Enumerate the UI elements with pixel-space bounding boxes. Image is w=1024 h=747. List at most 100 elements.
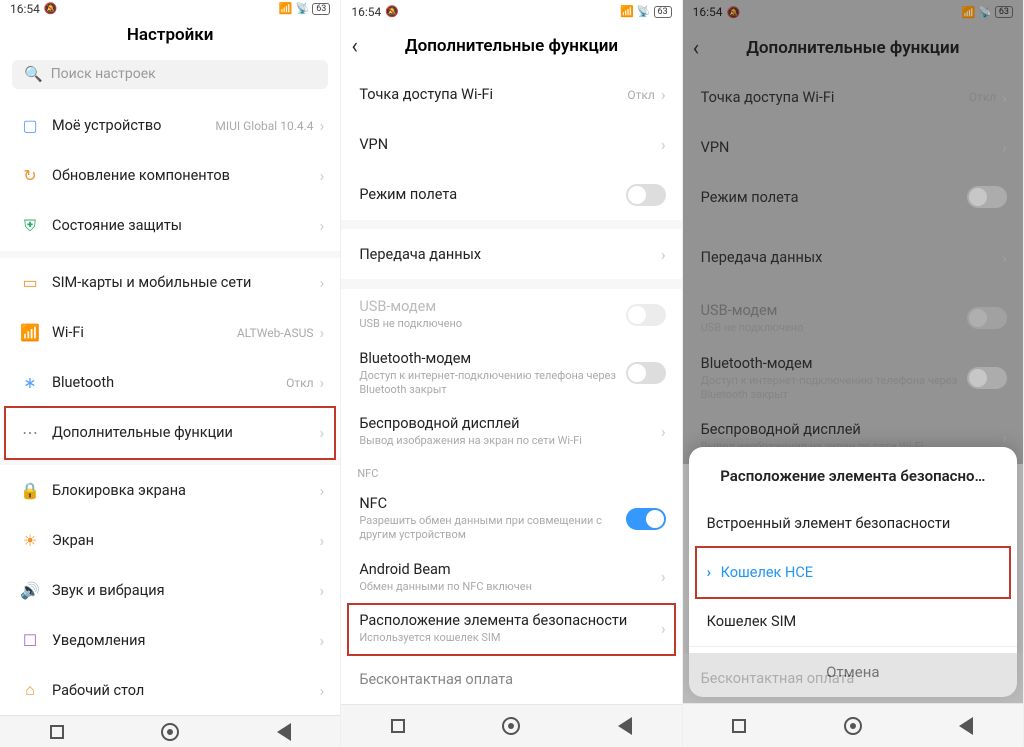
back-button[interactable]: ‹ bbox=[693, 36, 700, 61]
signal-icon: 📶 bbox=[620, 5, 634, 18]
row-sim[interactable]: ▭ SIM-карты и мобильные сети › bbox=[0, 258, 340, 308]
row-wireless-display[interactable]: Беспроводной дисплейВывод изображения на… bbox=[341, 406, 681, 458]
status-time: 16:54 bbox=[693, 5, 723, 19]
row-bt-modem[interactable]: Bluetooth-модемДоступ к интернет-подключ… bbox=[341, 341, 681, 406]
row-data-transfer: Передача данных› bbox=[683, 232, 1023, 282]
search-input[interactable]: 🔍 Поиск настроек bbox=[12, 60, 328, 89]
row-bluetooth[interactable]: ∗ Bluetooth Откл› bbox=[0, 358, 340, 408]
home-button[interactable] bbox=[159, 721, 181, 743]
status-bar: 16:54🔕 📶📡63 bbox=[683, 0, 1023, 24]
row-hotspot: Точка доступа Wi-FiОткл› bbox=[683, 72, 1023, 122]
row-notifications[interactable]: ☐ Уведомления › bbox=[0, 615, 340, 665]
wifi-icon: 📡 bbox=[637, 5, 651, 18]
phone-icon: ▢ bbox=[16, 116, 44, 135]
row-vpn: VPN› bbox=[683, 122, 1023, 172]
row-data-transfer[interactable]: Передача данных › bbox=[341, 229, 681, 279]
row-vpn[interactable]: VPN › bbox=[341, 120, 681, 170]
recent-apps-button[interactable] bbox=[728, 715, 750, 737]
row-sound[interactable]: 🔊 Звук и вибрация › bbox=[0, 565, 340, 615]
sun-icon: ☀ bbox=[16, 531, 44, 550]
row-display[interactable]: ☀ Экран › bbox=[0, 515, 340, 565]
dialog-title: Расположение элемента безопасно… bbox=[689, 461, 1017, 499]
lock-icon: 🔒 bbox=[16, 481, 44, 500]
bt-modem-toggle[interactable] bbox=[626, 362, 666, 384]
sim-icon: ▭ bbox=[16, 273, 44, 292]
signal-icon: 📶 bbox=[961, 6, 975, 19]
status-bar: 16:54🔕 📶📡63 bbox=[0, 0, 340, 17]
screen-secure-element-dialog: 16:54🔕 📶📡63 ‹ Дополнительные функции Точ… bbox=[683, 0, 1024, 747]
screen-additional-functions: 16:54🔕 📶📡63 ‹ Дополнительные функции Точ… bbox=[341, 0, 682, 747]
row-desktop[interactable]: ⌂ Рабочий стол › bbox=[0, 665, 340, 715]
row-additional-functions[interactable]: ⋯ Дополнительные функции › bbox=[0, 408, 340, 458]
row-usb-modem: USB-модемUSB не подключено bbox=[341, 289, 681, 341]
back-button[interactable] bbox=[614, 715, 636, 737]
chevron-right-icon: › bbox=[320, 273, 325, 292]
search-icon: 🔍 bbox=[24, 65, 43, 83]
section-gap bbox=[341, 220, 681, 230]
row-my-device[interactable]: ▢ Моё устройство MIUI Global 10.4.4› bbox=[0, 101, 340, 151]
row-usb-modem: USB-модемUSB не подключено bbox=[683, 292, 1023, 345]
section-gap bbox=[341, 279, 681, 289]
chevron-right-icon: › bbox=[320, 216, 325, 235]
option-hce-wallet[interactable]: Кошелек HCE bbox=[689, 548, 1017, 597]
home-button[interactable] bbox=[842, 715, 864, 737]
recent-apps-button[interactable] bbox=[46, 721, 68, 743]
header: ‹ Дополнительные функции bbox=[341, 23, 681, 69]
row-airplane: Режим полета bbox=[683, 172, 1023, 222]
battery-indicator: 63 bbox=[312, 3, 330, 15]
wifi-icon: 📶 bbox=[16, 323, 44, 342]
speaker-icon: 🔊 bbox=[16, 581, 44, 600]
status-time: 16:54 bbox=[351, 5, 381, 19]
chevron-right-icon: › bbox=[320, 166, 325, 185]
update-icon: ↻ bbox=[16, 166, 44, 185]
row-system-update[interactable]: ↻ Обновление компонентов › bbox=[0, 151, 340, 201]
chevron-right-icon: › bbox=[320, 323, 325, 342]
usb-modem-toggle bbox=[626, 304, 666, 326]
row-secure-element[interactable]: Расположение элемента безопасностиИсполь… bbox=[341, 603, 681, 655]
status-bar: 16:54🔕 📶📡63 bbox=[341, 0, 681, 23]
bluetooth-icon: ∗ bbox=[16, 373, 44, 392]
dimmed-background: Точка доступа Wi-FiОткл› VPN› Режим поле… bbox=[683, 72, 1023, 464]
back-button[interactable]: ‹ bbox=[351, 34, 358, 59]
home-button[interactable] bbox=[500, 715, 522, 737]
row-hotspot[interactable]: Точка доступа Wi-Fi Откл› bbox=[341, 70, 681, 120]
row-contactless-payment[interactable]: Бесконтактная оплата bbox=[341, 654, 681, 704]
row-wifi[interactable]: 📶 Wi-Fi ALTWeb-ASUS› bbox=[0, 308, 340, 358]
status-time: 16:54 bbox=[10, 2, 40, 16]
nfc-toggle[interactable] bbox=[626, 508, 666, 530]
back-button[interactable] bbox=[955, 715, 977, 737]
chevron-right-icon: › bbox=[320, 631, 325, 650]
chevron-right-icon: › bbox=[320, 373, 325, 392]
section-gap bbox=[0, 458, 340, 465]
airplane-toggle[interactable] bbox=[626, 184, 666, 206]
section-label-nfc: NFC bbox=[341, 457, 681, 486]
chevron-right-icon: › bbox=[661, 422, 666, 441]
screen-settings: 16:54🔕 📶📡63 Настройки 🔍 Поиск настроек ▢… bbox=[0, 0, 341, 747]
row-airplane[interactable]: Режим полета bbox=[341, 170, 681, 220]
row-security-status[interactable]: ⛨ Состояние защиты › bbox=[0, 201, 340, 251]
more-icon: ⋯ bbox=[16, 423, 44, 442]
row-contactless-payment: Бесконтактная оплата bbox=[683, 653, 1023, 703]
chevron-right-icon: › bbox=[661, 567, 666, 586]
header: Настройки bbox=[0, 17, 340, 52]
alarm-off-icon: 🔕 bbox=[727, 6, 741, 19]
option-sim-wallet[interactable]: Кошелек SIM bbox=[689, 597, 1017, 646]
battery-indicator: 63 bbox=[654, 6, 672, 18]
chevron-right-icon: › bbox=[320, 423, 325, 442]
android-navbar bbox=[341, 704, 681, 747]
row-android-beam[interactable]: Android BeamОбмен данными по NFC включен… bbox=[341, 551, 681, 603]
chevron-right-icon: › bbox=[661, 619, 666, 638]
signal-icon: 📶 bbox=[279, 2, 293, 15]
alarm-off-icon: 🔕 bbox=[44, 2, 58, 15]
row-nfc[interactable]: NFCРазрешить обмен данными при совмещени… bbox=[341, 486, 681, 551]
page-title: Дополнительные функции bbox=[746, 38, 959, 58]
back-button[interactable] bbox=[273, 721, 295, 743]
wifi-icon: 📡 bbox=[978, 6, 992, 19]
android-navbar bbox=[683, 703, 1023, 747]
recent-apps-button[interactable] bbox=[387, 715, 409, 737]
chevron-right-icon: › bbox=[320, 531, 325, 550]
row-lockscreen[interactable]: 🔒 Блокировка экрана › bbox=[0, 465, 340, 515]
option-builtin-se[interactable]: Встроенный элемент безопасности bbox=[689, 499, 1017, 548]
home-icon: ⌂ bbox=[16, 680, 44, 700]
section-gap bbox=[0, 251, 340, 258]
